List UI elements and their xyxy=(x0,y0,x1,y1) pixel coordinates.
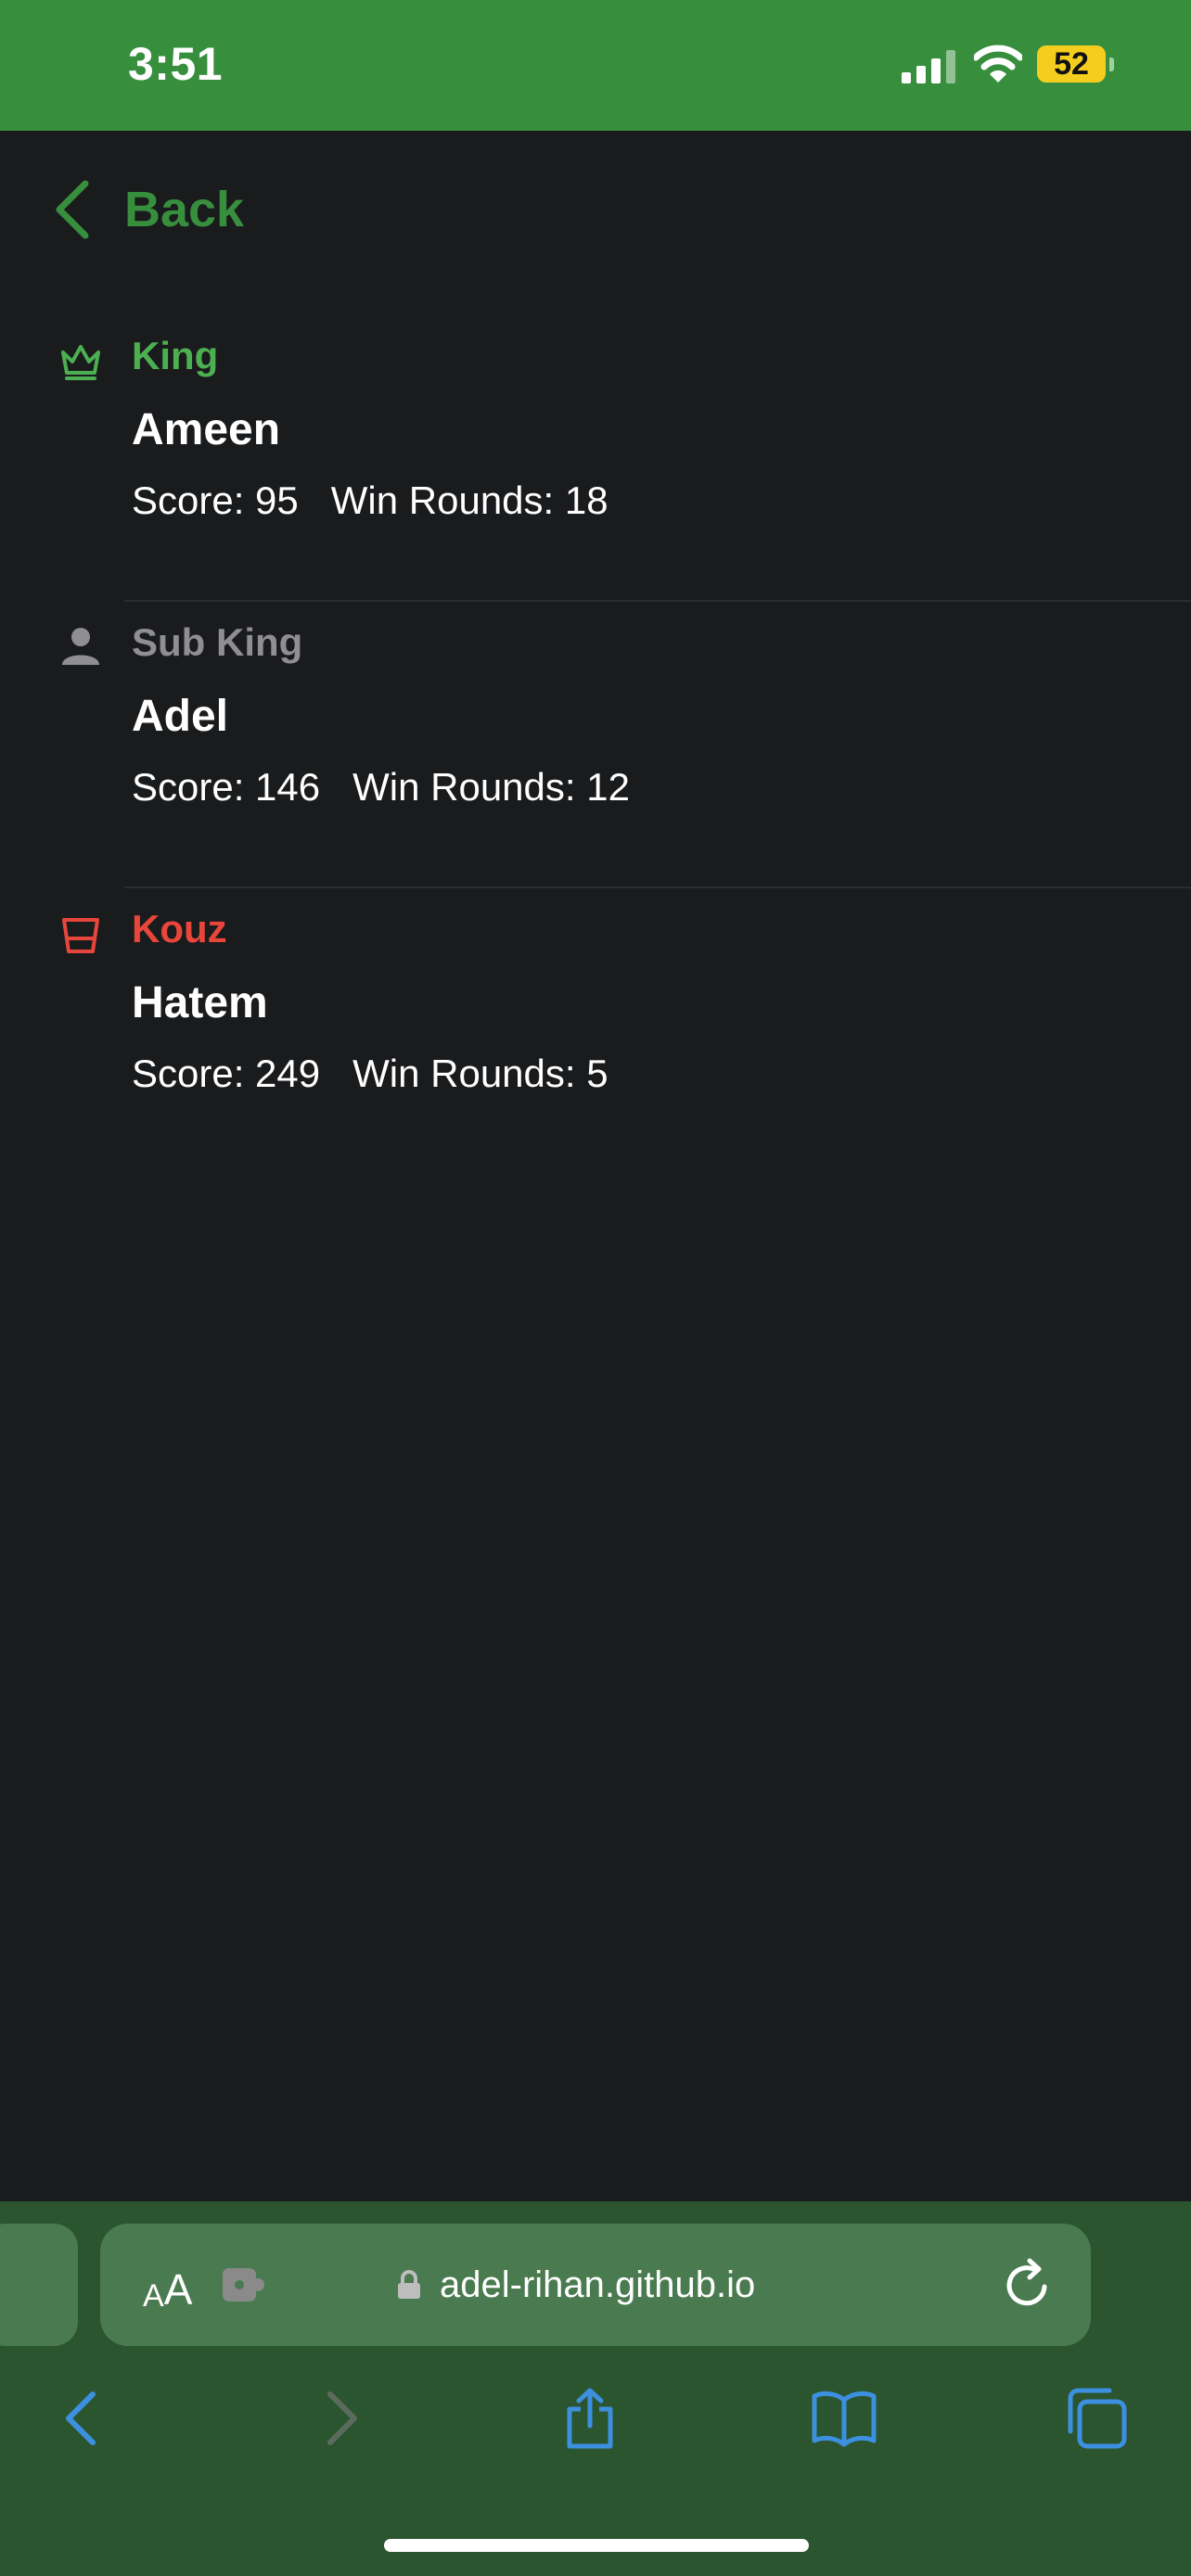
home-indicator xyxy=(384,2539,809,2552)
aa-big-glyph: A xyxy=(163,2265,193,2314)
status-bar: 3:51 52 xyxy=(0,0,1191,131)
wifi-icon xyxy=(974,45,1022,83)
player-stats: Score: 95 Win Rounds: 18 xyxy=(132,478,608,522)
battery-cap xyxy=(1109,57,1114,71)
battery-icon: 52 xyxy=(1037,45,1106,83)
lock-icon xyxy=(398,2270,420,2299)
back-arrow-icon[interactable] xyxy=(54,2387,109,2450)
cellular-signal-icon xyxy=(902,50,955,83)
share-icon[interactable] xyxy=(562,2387,618,2450)
chevron-left-icon xyxy=(56,180,89,239)
role-label: Sub King xyxy=(132,620,303,664)
status-time: 3:51 xyxy=(128,38,224,90)
previous-tab-preview[interactable] xyxy=(0,2224,78,2346)
player-name: Adel xyxy=(132,692,229,741)
bookmarks-icon[interactable] xyxy=(811,2387,877,2450)
player-stats: Score: 249 Win Rounds: 5 xyxy=(132,1052,608,1095)
player-list: King Ameen Score: 95 Win Rounds: 18 Sub … xyxy=(0,315,1191,1175)
player-name: Hatem xyxy=(132,978,268,1027)
list-item: Kouz Hatem Score: 249 Win Rounds: 5 xyxy=(0,888,1191,1175)
url-display[interactable]: adel-rihan.github.io xyxy=(397,2257,755,2313)
list-item: Sub King Adel Score: 146 Win Rounds: 12 xyxy=(0,602,1191,888)
page-settings-button[interactable]: A A xyxy=(143,2255,192,2315)
player-name: Ameen xyxy=(132,405,281,454)
extension-icon[interactable] xyxy=(221,2264,267,2305)
tabs-icon[interactable] xyxy=(1065,2387,1128,2450)
player-stats: Score: 146 Win Rounds: 12 xyxy=(132,765,630,809)
role-label: Kouz xyxy=(132,907,227,950)
list-item: King Ameen Score: 95 Win Rounds: 18 xyxy=(0,315,1191,602)
role-label: King xyxy=(132,334,219,377)
back-button[interactable]: Back xyxy=(52,174,244,245)
crown-icon xyxy=(61,345,100,380)
url-text: adel-rihan.github.io xyxy=(440,2264,756,2305)
reload-icon[interactable] xyxy=(1002,2257,1056,2313)
forward-arrow-icon xyxy=(327,2391,357,2445)
cup-icon xyxy=(62,918,99,953)
address-bar[interactable]: A A adel-rihan.github.io xyxy=(100,2224,1091,2346)
person-icon xyxy=(62,628,99,665)
aa-small-glyph: A xyxy=(143,2278,164,2314)
back-label: Back xyxy=(124,182,245,237)
